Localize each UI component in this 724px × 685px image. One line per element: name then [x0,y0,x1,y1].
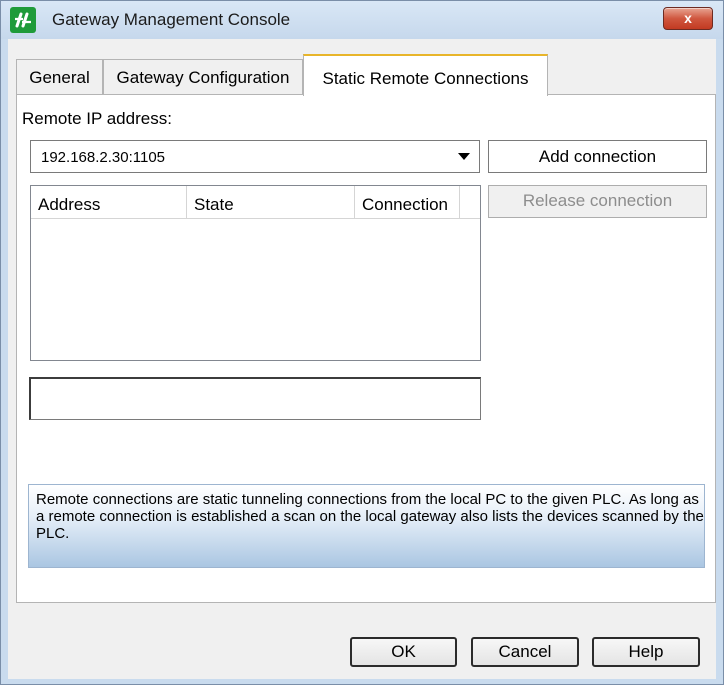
dropdown-arrow-icon[interactable] [458,153,470,160]
info-description: Remote connections are static tunneling … [28,484,705,568]
release-connection-button[interactable]: Release connection [488,185,707,218]
tab-panel: Remote IP address: 192.168.2.30:1105 Add… [16,94,716,603]
remote-ip-combobox[interactable]: 192.168.2.30:1105 [30,140,480,173]
dialog-window: Gateway Management Console x General Gat… [0,0,724,685]
remote-ip-label: Remote IP address: [22,109,172,128]
remote-ip-value: 192.168.2.30:1105 [41,149,166,166]
help-button[interactable]: Help [592,637,700,667]
tab-gateway-configuration[interactable]: Gateway Configuration [103,59,303,94]
window-title: Gateway Management Console [52,10,291,29]
schneider-logo-icon [10,7,36,33]
add-connection-button[interactable]: Add connection [488,140,707,173]
close-button[interactable]: x [663,7,713,30]
tab-static-remote-connections[interactable]: Static Remote Connections [303,54,548,96]
dialog-client-area: General Gateway Configuration Static Rem… [8,39,716,679]
cancel-button[interactable]: Cancel [471,637,579,667]
column-header-state[interactable]: State [187,186,355,219]
status-textbox[interactable] [29,377,481,420]
column-header-address[interactable]: Address [31,186,187,219]
ok-button[interactable]: OK [350,637,457,667]
connections-table[interactable]: Address State Connection [30,185,481,361]
tab-general[interactable]: General [16,59,103,94]
title-bar[interactable]: Gateway Management Console x [1,1,723,39]
close-icon: x [684,10,692,26]
table-header: Address State Connection [31,186,480,219]
column-header-connection[interactable]: Connection [355,186,460,219]
